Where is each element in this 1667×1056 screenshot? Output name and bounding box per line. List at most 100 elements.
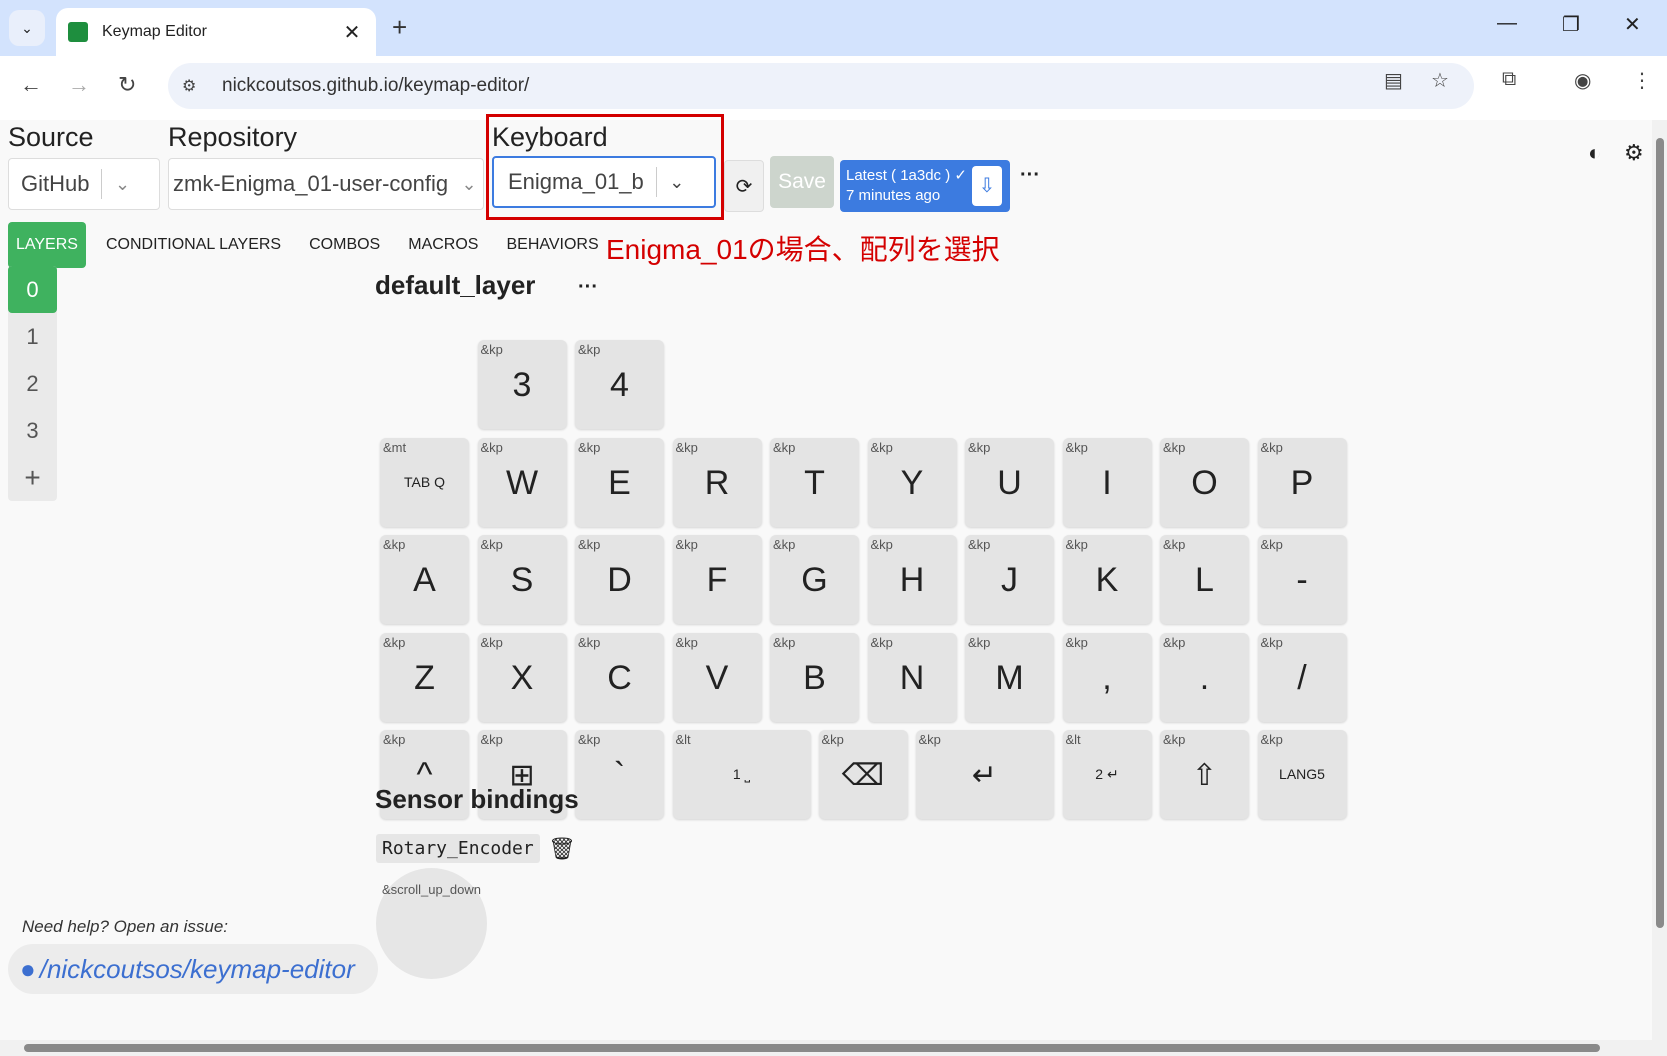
- settings-gear-icon[interactable]: ⚙: [1624, 140, 1644, 166]
- key[interactable]: &kp R: [672, 437, 762, 527]
- key[interactable]: &kp LANG5: [1257, 730, 1347, 819]
- key-behavior: &kp: [383, 537, 406, 552]
- key-value: I: [1102, 463, 1112, 502]
- key[interactable]: &kp 4: [575, 340, 664, 429]
- tab-behaviors[interactable]: BEHAVIORS: [506, 236, 598, 254]
- restore-icon[interactable]: ❐: [1562, 12, 1580, 37]
- save-button[interactable]: Save: [770, 156, 834, 208]
- new-tab-button[interactable]: +: [392, 12, 407, 43]
- key-value: 2 ↵: [1095, 766, 1119, 782]
- key[interactable]: &mt TAB Q: [380, 437, 469, 527]
- key[interactable]: &kp W: [477, 437, 567, 527]
- key[interactable]: &kp ↵: [915, 730, 1054, 819]
- key-behavior: &kp: [968, 634, 991, 650]
- key[interactable]: &kp A: [380, 535, 469, 624]
- key[interactable]: &kp F: [672, 535, 762, 624]
- reload-icon[interactable]: ↻: [118, 72, 136, 98]
- tab-conditional-layers[interactable]: CONDITIONAL LAYERS: [106, 236, 281, 254]
- key-behavior: &lt: [675, 732, 691, 747]
- key[interactable]: &kp,: [1062, 632, 1152, 722]
- menu-dots-icon[interactable]: ⋮: [1632, 68, 1652, 93]
- key-behavior: &kp: [480, 537, 503, 552]
- forward-icon[interactable]: →: [68, 72, 90, 98]
- key[interactable]: &kp ⇧: [1160, 730, 1249, 819]
- key[interactable]: &kp E: [575, 437, 664, 527]
- browser-tab[interactable]: Keymap Editor ✕: [56, 8, 376, 56]
- tab-search-button[interactable]: ⌄: [9, 10, 45, 46]
- horizontal-scrollbar[interactable]: [0, 1040, 1652, 1056]
- layer-options-button[interactable]: ···: [578, 276, 598, 299]
- key[interactable]: &kp Y: [867, 437, 957, 527]
- refresh-button[interactable]: ⟳: [724, 160, 764, 212]
- key[interactable]: &lt 2 ↵: [1062, 730, 1152, 819]
- tab-combos[interactable]: COMBOS: [309, 236, 380, 254]
- tab-layers[interactable]: LAYERS: [8, 222, 86, 268]
- key[interactable]: &kp P: [1257, 437, 1347, 527]
- key[interactable]: &kp T: [770, 437, 859, 527]
- repository-select[interactable]: zmk-Enigma_01-user-config ⌄: [168, 158, 484, 210]
- key[interactable]: &kp M: [965, 632, 1054, 722]
- layer-item-1[interactable]: 1: [8, 313, 57, 360]
- refresh-icon: ⟳: [735, 175, 753, 198]
- key[interactable]: &kp B: [770, 632, 859, 722]
- layer-item-2[interactable]: 2: [8, 360, 57, 407]
- key[interactable]: &kp S: [477, 535, 567, 624]
- key-behavior: &kp: [1260, 732, 1283, 747]
- theme-toggle-icon[interactable]: ◐: [1588, 140, 1601, 166]
- source-select[interactable]: GitHub ⌄: [8, 158, 160, 210]
- key[interactable]: &kp H: [867, 535, 957, 624]
- encoder-knob[interactable]: &scroll_up_down: [376, 868, 487, 979]
- key-behavior: &kp: [918, 732, 941, 747]
- key-behavior: &kp: [480, 732, 503, 747]
- extensions-icon[interactable]: ⧉: [1502, 68, 1516, 91]
- key[interactable]: &kp N: [867, 632, 957, 722]
- layer-item-0[interactable]: 0: [8, 266, 57, 313]
- key-behavior: &kp: [1065, 537, 1088, 552]
- key[interactable]: &kp V: [672, 632, 762, 722]
- translate-icon[interactable]: ▤: [1384, 68, 1403, 93]
- key[interactable]: &kp ⌫: [818, 730, 908, 819]
- key[interactable]: &kp `: [575, 730, 664, 819]
- vertical-scrollbar[interactable]: [1652, 120, 1667, 1056]
- scroll-thumb[interactable]: [1656, 138, 1664, 928]
- trash-icon[interactable]: 🗑: [548, 836, 576, 862]
- more-options-button[interactable]: ···: [1020, 164, 1040, 187]
- key[interactable]: &kp.: [1160, 632, 1249, 722]
- key-behavior: &kp: [968, 537, 991, 552]
- key[interactable]: &kp C: [575, 632, 664, 722]
- close-icon[interactable]: ✕: [338, 20, 366, 45]
- back-icon[interactable]: ←: [20, 72, 42, 98]
- key[interactable]: &kp K: [1062, 535, 1152, 624]
- add-layer-button[interactable]: +: [8, 454, 57, 501]
- key[interactable]: &lt 1 ⎵: [672, 730, 811, 819]
- key[interactable]: &kp G: [770, 535, 859, 624]
- key[interactable]: &kp J: [965, 535, 1054, 624]
- favicon-icon: [68, 22, 88, 42]
- key[interactable]: &kp 3: [477, 340, 567, 429]
- key[interactable]: &kp L: [1160, 535, 1249, 624]
- key[interactable]: &kp /: [1257, 632, 1347, 722]
- layer-item-3[interactable]: 3: [8, 407, 57, 454]
- download-icon[interactable]: ⇩: [972, 166, 1002, 206]
- address-bar[interactable]: ⚙ nickcoutsos.github.io/keymap-editor/: [168, 63, 1474, 109]
- latest-commit-button[interactable]: Latest ( 1a3dc ) ✓ 7 minutes ago ⇩: [840, 160, 1010, 212]
- key[interactable]: &kp D: [575, 535, 664, 624]
- key-value: K: [1095, 561, 1119, 599]
- key[interactable]: &kp -: [1257, 535, 1347, 624]
- github-repo-link[interactable]: ● /nickcoutsos/keymap-editor: [8, 944, 378, 994]
- key[interactable]: &kp O: [1160, 437, 1249, 527]
- minimize-icon[interactable]: —: [1497, 12, 1517, 35]
- key[interactable]: &kp X: [477, 632, 567, 722]
- tab-macros[interactable]: MACROS: [408, 236, 478, 254]
- key[interactable]: &kp I: [1062, 437, 1152, 527]
- keyboard-select[interactable]: Enigma_01_b ⌄: [492, 156, 716, 208]
- bookmark-star-icon[interactable]: ☆: [1431, 68, 1449, 93]
- site-info-icon[interactable]: ⚙: [182, 76, 206, 96]
- window-close-icon[interactable]: ✕: [1624, 12, 1641, 37]
- key-behavior: &kp: [1163, 732, 1186, 747]
- profile-icon[interactable]: ◉: [1574, 68, 1591, 93]
- scroll-thumb[interactable]: [24, 1044, 1600, 1052]
- key-behavior: &kp: [1065, 439, 1088, 455]
- key[interactable]: &kp U: [965, 437, 1054, 527]
- key[interactable]: &kp Z: [380, 632, 469, 722]
